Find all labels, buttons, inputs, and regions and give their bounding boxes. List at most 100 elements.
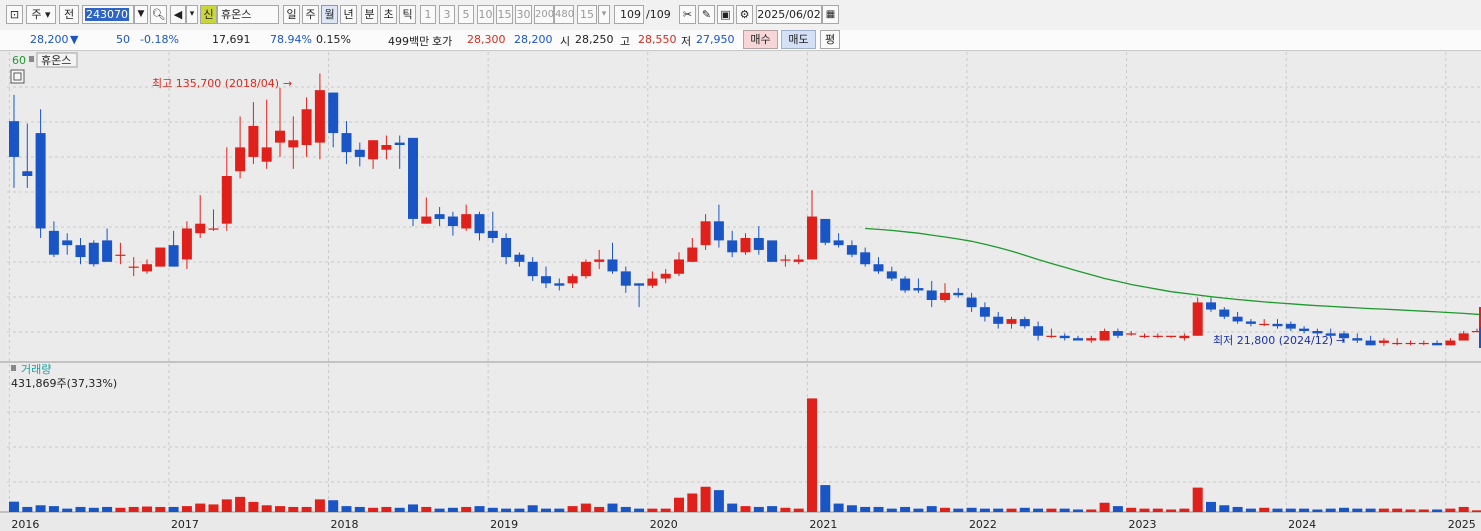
chart-toolbar: ⊡ 주 ▾ 전 243070 ▼ 🔍︎ ◀ ▾ 신 휴온스 일 주 월 년 분 … xyxy=(0,0,1481,31)
candle-body xyxy=(634,283,645,286)
period-month-tab[interactable]: 월 xyxy=(321,5,338,24)
volume-bar xyxy=(820,485,831,512)
candle-body xyxy=(394,142,405,145)
candle-body xyxy=(1219,309,1230,317)
period-week-tab[interactable]: 주 xyxy=(302,5,319,24)
interval-30-button[interactable]: 30 xyxy=(515,5,532,24)
period-year-tab[interactable]: 년 xyxy=(340,5,357,24)
scissors-icon[interactable]: ✂ xyxy=(679,5,696,24)
chart-settings-icon[interactable]: ⊡ xyxy=(6,5,23,24)
volume-bar xyxy=(248,501,259,512)
volume-bar xyxy=(1312,509,1323,512)
page-field[interactable]: 109 xyxy=(614,5,644,24)
panel-toggle-icon[interactable] xyxy=(10,69,25,84)
volume-bar xyxy=(261,505,272,512)
volume-bar xyxy=(554,508,565,512)
interval-1-button[interactable]: 1 xyxy=(420,5,436,24)
interval-10-button[interactable]: 10 xyxy=(477,5,494,24)
volume-bar xyxy=(1432,509,1443,512)
candle-body xyxy=(421,216,432,224)
candle-body xyxy=(142,264,152,272)
x-axis-label: 2021 xyxy=(809,518,837,531)
candle-body xyxy=(408,137,418,219)
volume-bar xyxy=(900,506,911,512)
interval-200-button[interactable]: 200 xyxy=(534,5,554,24)
stock-name-field[interactable]: 휴온스 xyxy=(217,5,279,24)
volume-bar xyxy=(913,508,924,512)
volume-bar xyxy=(873,506,884,512)
candle-body xyxy=(713,221,724,241)
calendar-icon[interactable]: ▦ xyxy=(822,5,839,24)
candle-body xyxy=(1059,335,1070,339)
candle-body xyxy=(1206,302,1216,310)
candle-body xyxy=(288,140,299,148)
price-chart[interactable]: 2016 2017 2018 2019 2020 2021 2022 2023 2024 2025… xyxy=(0,52,1481,531)
volume-bar xyxy=(1006,508,1017,512)
legend-marker xyxy=(29,56,34,62)
volume-bar xyxy=(1392,508,1403,512)
volume-bar xyxy=(514,508,525,512)
candle-body xyxy=(248,125,259,157)
volume-bar xyxy=(1232,506,1243,512)
volume-bar xyxy=(1299,508,1310,512)
volume-bar xyxy=(966,507,977,512)
period-tick-tab[interactable]: 틱 xyxy=(399,5,416,24)
x-axis-label: 2017 xyxy=(171,518,199,531)
low-label: 저 xyxy=(681,35,692,48)
candle-body xyxy=(235,147,246,172)
volume-bar xyxy=(846,505,857,512)
save-icon[interactable]: ▣ xyxy=(717,5,734,24)
gear-icon[interactable]: ⚙ xyxy=(736,5,753,24)
candle-body xyxy=(487,230,498,238)
period-day-tab[interactable]: 일 xyxy=(283,5,300,24)
sell-button[interactable]: 매도 xyxy=(781,30,816,49)
volume-bar xyxy=(740,506,751,512)
speaker-dropdown-icon[interactable]: ▾ xyxy=(186,5,198,24)
volume-bar xyxy=(780,507,791,512)
candle-body xyxy=(314,90,325,143)
candle-body xyxy=(168,245,179,267)
candle-body xyxy=(208,228,219,230)
date-field[interactable]: 2025/06/02 xyxy=(756,5,822,24)
volume-bar xyxy=(1378,508,1389,512)
volume-bar xyxy=(1139,508,1150,512)
interval-dropdown-icon[interactable]: ▾ xyxy=(598,5,610,24)
interval-480-button[interactable]: 480 xyxy=(554,5,574,24)
interval-count-field[interactable]: 15 xyxy=(577,5,597,24)
candle-body xyxy=(354,149,365,157)
evaluate-button[interactable]: 평 xyxy=(820,30,840,49)
candle-body xyxy=(1245,321,1256,324)
volume-bar xyxy=(953,508,964,512)
max-arrow-icon: → xyxy=(283,77,292,90)
stock-mode-select[interactable]: 주 ▾ xyxy=(26,5,56,24)
period-second-tab[interactable]: 초 xyxy=(380,5,397,24)
interval-5-button[interactable]: 5 xyxy=(458,5,474,24)
buy-button[interactable]: 매수 xyxy=(743,30,778,49)
prev-button[interactable]: 전 xyxy=(59,5,79,24)
interval-3-button[interactable]: 3 xyxy=(439,5,455,24)
volume-bar xyxy=(1352,508,1363,512)
candle-body xyxy=(607,259,618,272)
candle-body xyxy=(1192,302,1203,336)
low-price: 27,950 xyxy=(696,33,735,46)
volume-bar xyxy=(142,506,152,512)
page-total: /109 xyxy=(646,8,671,21)
search-icon[interactable]: 🔍︎ xyxy=(150,5,167,24)
candle-body xyxy=(620,271,631,286)
stock-code-input[interactable]: 243070 xyxy=(82,5,134,24)
code-dropdown-icon[interactable]: ▼ xyxy=(134,5,148,24)
volume-bar xyxy=(833,503,844,512)
volume-bar xyxy=(886,508,897,512)
candle-body xyxy=(62,240,73,246)
draw-tool-icon[interactable]: ✎ xyxy=(698,5,715,24)
volume-bar xyxy=(168,506,179,512)
sin-badge[interactable]: 신 xyxy=(200,5,217,24)
period-minute-tab[interactable]: 분 xyxy=(361,5,378,24)
volume-bar xyxy=(634,508,645,512)
speaker-icon[interactable]: ◀ xyxy=(170,5,186,24)
candle-body xyxy=(1139,335,1150,337)
interval-15-button[interactable]: 15 xyxy=(496,5,513,24)
candle-body xyxy=(953,292,964,296)
volume-bar xyxy=(48,506,59,512)
open-label: 시 xyxy=(560,35,571,48)
